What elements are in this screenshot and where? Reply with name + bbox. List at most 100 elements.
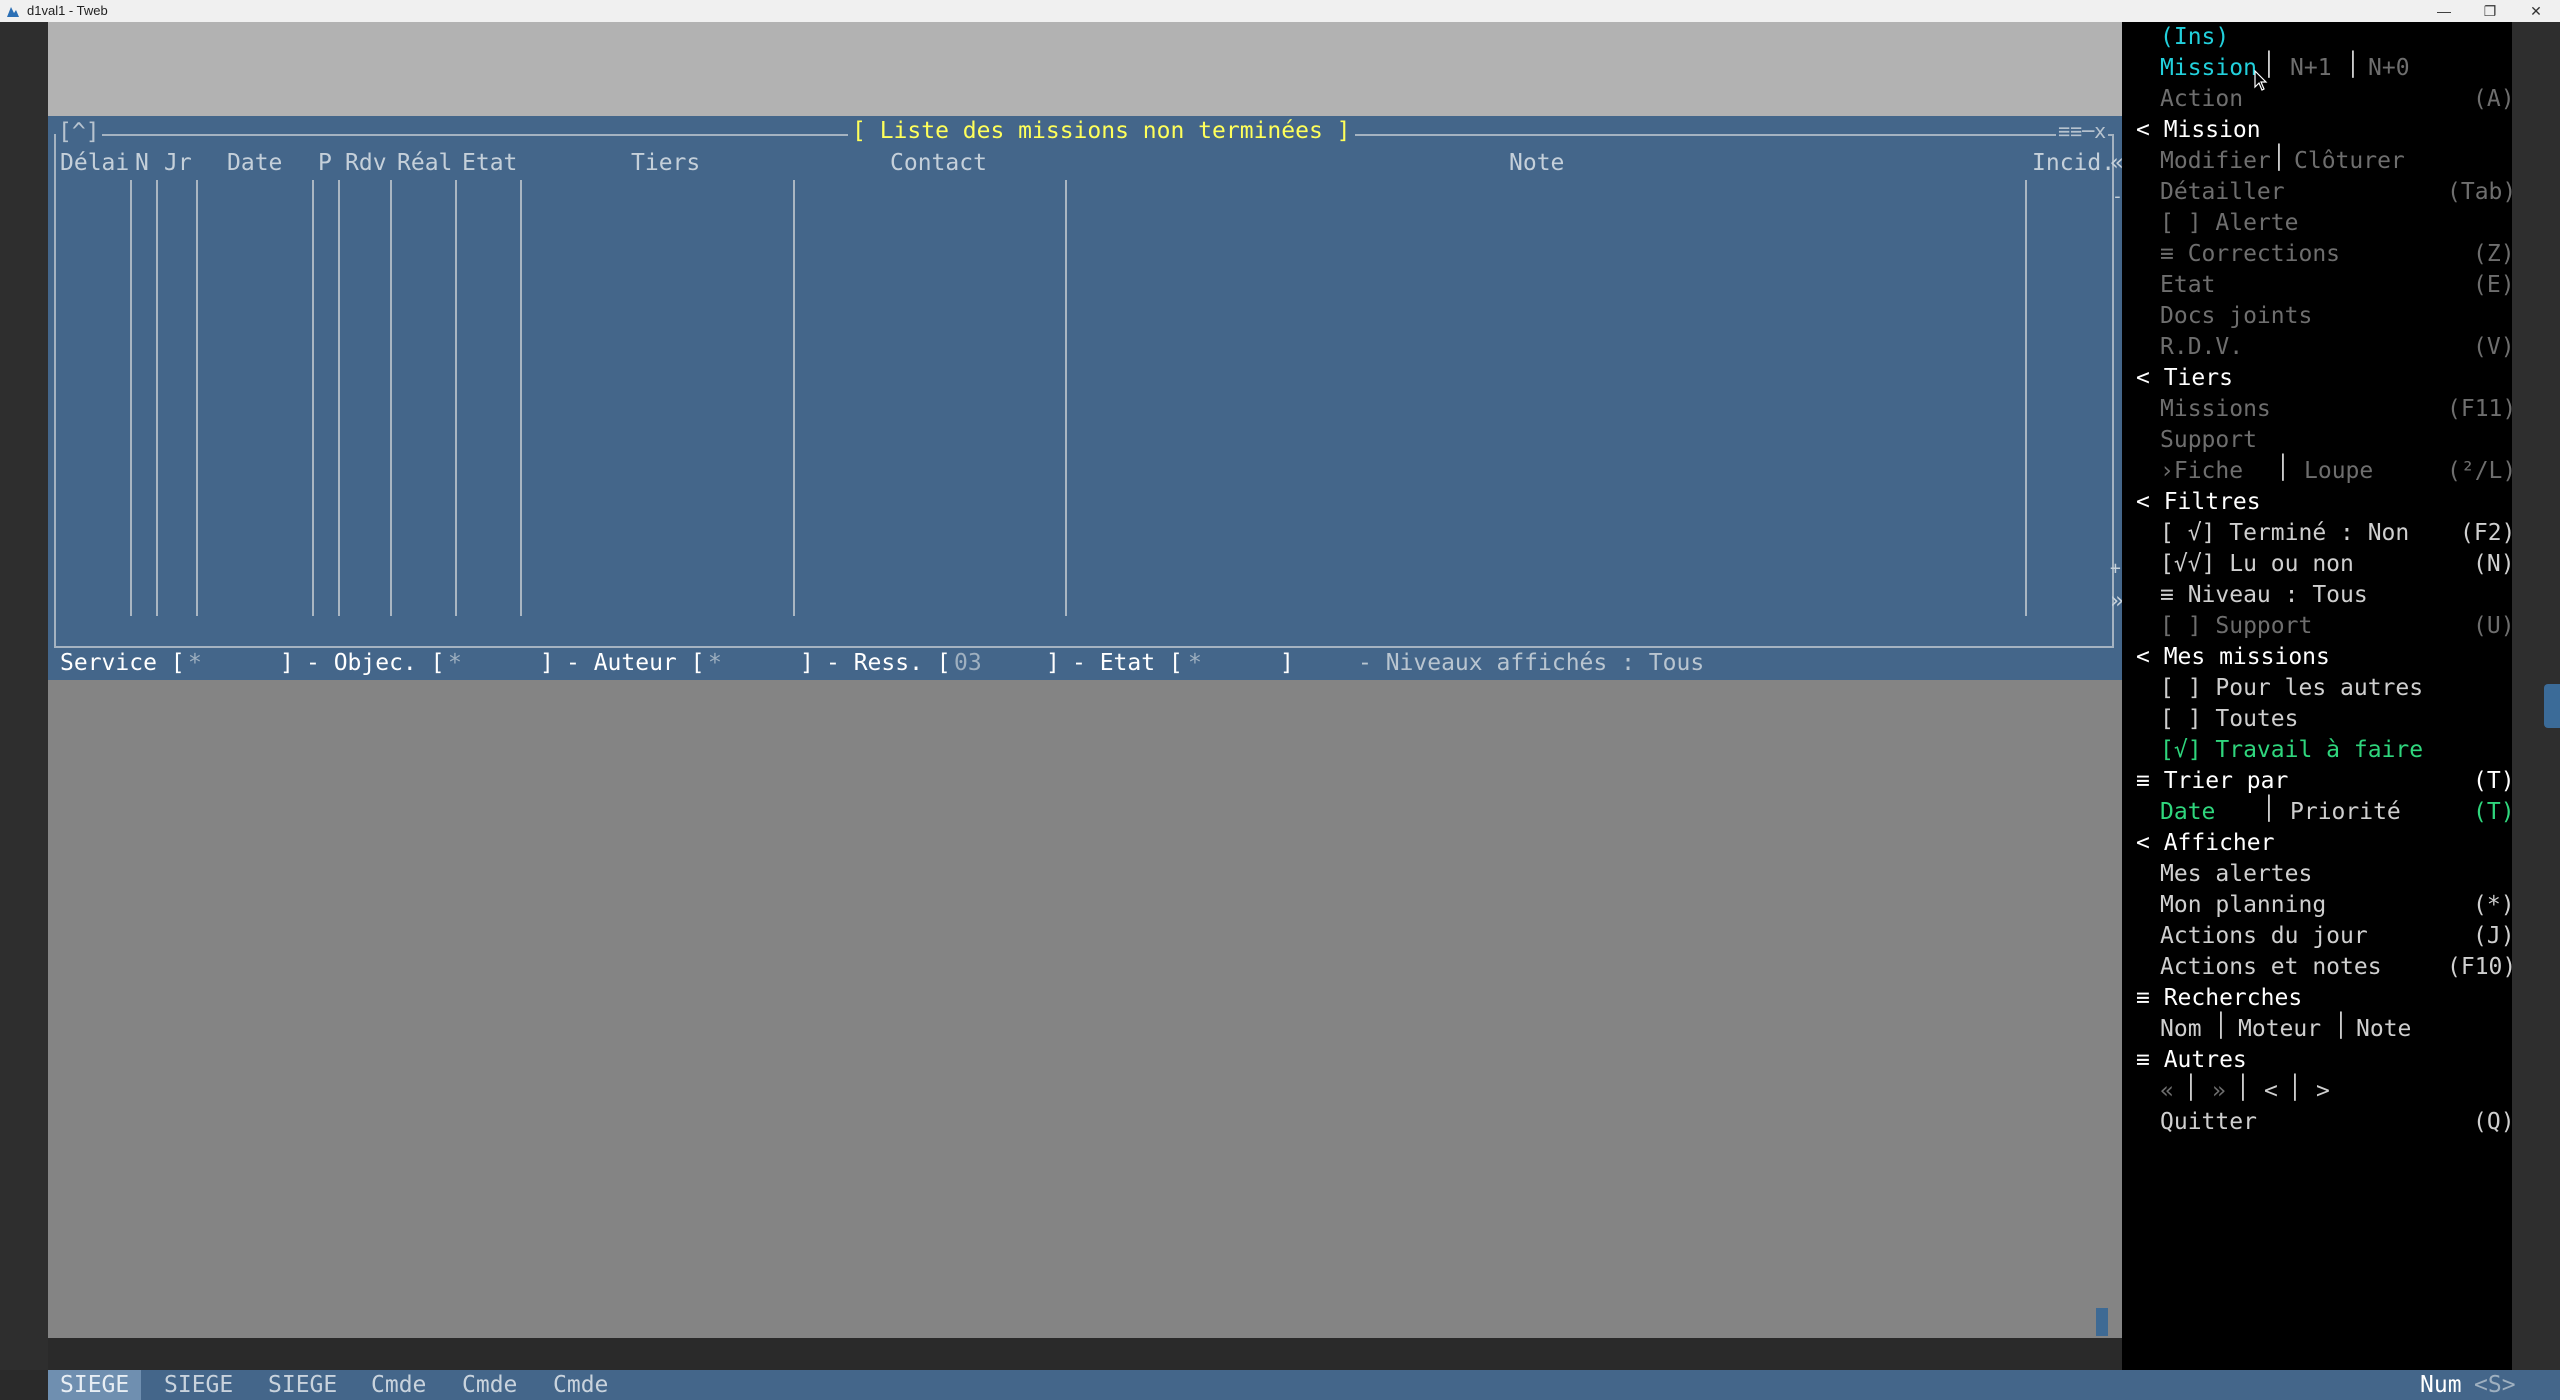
menu-action[interactable]: Action	[2160, 86, 2243, 112]
menu-filter-termine[interactable]: [ √] Terminé : Non	[2160, 520, 2409, 546]
menu-corrections[interactable]: ≡ Corrections	[2160, 241, 2340, 267]
menu-header-autres[interactable]: ≡ Autres	[2136, 1047, 2247, 1073]
menu-nav-prev[interactable]: <	[2264, 1078, 2278, 1104]
menu-mon-planning[interactable]: Mon planning	[2160, 892, 2326, 918]
menu-recherche-nom[interactable]: Nom	[2160, 1016, 2202, 1042]
menu-mes-alertes[interactable]: Mes alertes	[2160, 861, 2312, 887]
menu-actions-du-jour[interactable]: Actions du jour	[2160, 923, 2368, 949]
menu-filter-termine-shortcut: (F2)	[2460, 520, 2516, 546]
shift-indicator: <S>	[2474, 1372, 2516, 1398]
menu-header-afficher[interactable]: < Afficher	[2136, 830, 2274, 856]
menu-missions-shortcut: (F11)	[2447, 396, 2517, 422]
filter-service-close: ]	[280, 650, 294, 676]
menu-etat[interactable]: Etat	[2160, 272, 2215, 298]
status-tab-siege-2[interactable]: SIEGE	[152, 1370, 245, 1400]
minimize-button[interactable]: —	[2422, 0, 2466, 22]
num-lock-indicator: Num	[2420, 1372, 2462, 1398]
filter-auteur-label: - Auteur [	[566, 650, 705, 676]
missions-frame	[54, 134, 2114, 648]
menu-separator: │	[2276, 455, 2290, 481]
menu-alerte[interactable]: [ ] Alerte	[2160, 210, 2298, 236]
scroll-marker[interactable]	[2096, 1308, 2108, 1336]
column-header-real[interactable]: Réal	[397, 150, 452, 176]
column-header-note[interactable]: Note	[1509, 150, 1564, 176]
menu-toutes[interactable]: [ ] Toutes	[2160, 706, 2298, 732]
menu-sort-date[interactable]: Date	[2160, 799, 2215, 825]
menu-cloturer[interactable]: Clôturer	[2294, 148, 2405, 174]
menu-action-shortcut: (A)	[2473, 86, 2515, 112]
column-divider	[196, 180, 198, 616]
column-header-etat[interactable]: Etat	[462, 150, 517, 176]
mouse-cursor-icon	[2254, 70, 2268, 91]
menu-separator: │	[2334, 1013, 2348, 1039]
filter-service-value[interactable]: *	[188, 650, 202, 676]
menu-modifier[interactable]: Modifier	[2160, 148, 2271, 174]
menu-separator: │	[2346, 52, 2360, 78]
menu-quitter-shortcut: (Q)	[2473, 1109, 2515, 1135]
menu-sort-priorite[interactable]: Priorité	[2290, 799, 2401, 825]
menu-recherche-moteur[interactable]: Moteur	[2238, 1016, 2321, 1042]
filter-ress-close: ]	[1046, 650, 1060, 676]
menu-fiche[interactable]: ›Fiche	[2160, 458, 2243, 484]
menu-detailler[interactable]: Détailler	[2160, 179, 2285, 205]
restore-button[interactable]: ❐	[2468, 0, 2512, 22]
menu-nav-first[interactable]: «	[2160, 1078, 2174, 1104]
column-header-p[interactable]: P	[318, 150, 332, 176]
menu-header-recherches[interactable]: ≡ Recherches	[2136, 985, 2302, 1011]
window-controls[interactable]: ≡≡─x	[2056, 119, 2109, 143]
menu-support[interactable]: Support	[2160, 427, 2257, 453]
window-scroll-up-button[interactable]: [^]	[56, 119, 102, 145]
filter-auteur-value[interactable]: *	[708, 650, 722, 676]
menu-pour-les-autres[interactable]: [ ] Pour les autres	[2160, 675, 2423, 701]
status-tab-siege-3[interactable]: SIEGE	[256, 1370, 349, 1400]
menu-filter-niveau[interactable]: ≡ Niveau : Tous	[2160, 582, 2368, 608]
menu-recherche-note[interactable]: Note	[2356, 1016, 2411, 1042]
column-header-delai[interactable]: Délai	[60, 150, 129, 176]
status-tab-siege-1[interactable]: SIEGE	[48, 1370, 142, 1400]
column-header-contact[interactable]: Contact	[890, 150, 987, 176]
status-tab-cmde-2[interactable]: Cmde	[450, 1370, 529, 1400]
menu-header-mes-missions[interactable]: < Mes missions	[2136, 644, 2330, 670]
filter-objec-label: - Objec. [	[306, 650, 445, 676]
panel-toggle-handle[interactable]	[2544, 684, 2560, 728]
menu-planning-shortcut: (*)	[2473, 892, 2515, 918]
menu-corrections-shortcut: (Z)	[2473, 241, 2515, 267]
menu-rdv[interactable]: R.D.V.	[2160, 334, 2243, 360]
filter-etat-label: - Etat [	[1072, 650, 1183, 676]
menu-mission-n1[interactable]: N+1	[2290, 55, 2332, 81]
menu-filter-support[interactable]: [ ] Support	[2160, 613, 2312, 639]
top-strip	[48, 22, 2122, 116]
column-header-tiers[interactable]: Tiers	[631, 150, 700, 176]
status-tab-cmde-1[interactable]: Cmde	[359, 1370, 438, 1400]
menu-docs-joints[interactable]: Docs joints	[2160, 303, 2312, 329]
column-divider	[390, 180, 392, 616]
column-header-incid[interactable]: Incid.	[2032, 150, 2115, 176]
status-tab-cmde-3[interactable]: Cmde	[541, 1370, 620, 1400]
close-button[interactable]: ✕	[2514, 0, 2558, 22]
menu-loupe[interactable]: Loupe	[2304, 458, 2373, 484]
menu-nav-last[interactable]: »	[2212, 1078, 2226, 1104]
menu-filter-lu[interactable]: [√√] Lu ou non	[2160, 551, 2354, 577]
filter-etat-value[interactable]: *	[1188, 650, 1202, 676]
filter-ress-value[interactable]: 03	[954, 650, 982, 676]
menu-nav-next[interactable]: >	[2316, 1078, 2330, 1104]
menu-mission-n0[interactable]: N+0	[2368, 55, 2410, 81]
column-header-rdv[interactable]: Rdv	[345, 150, 387, 176]
column-header-jr[interactable]: Jr	[164, 150, 192, 176]
menu-travail-a-faire[interactable]: [√] Travail à faire	[2160, 737, 2423, 763]
scroll-track-bottom[interactable]: +	[2110, 558, 2121, 579]
column-header-date[interactable]: Date	[227, 150, 282, 176]
menu-header-mission[interactable]: < Mission	[2136, 117, 2261, 143]
menu-separator: │	[2214, 1013, 2228, 1039]
menu-header-tiers[interactable]: < Tiers	[2136, 365, 2233, 391]
menu-quitter[interactable]: Quitter	[2160, 1109, 2257, 1135]
filter-objec-value[interactable]: *	[448, 650, 462, 676]
column-header-n[interactable]: N	[135, 150, 149, 176]
menu-mission-new[interactable]: Mission	[2160, 55, 2257, 81]
filter-auteur-close: ]	[800, 650, 814, 676]
menu-missions[interactable]: Missions	[2160, 396, 2271, 422]
menu-header-filtres[interactable]: < Filtres	[2136, 489, 2261, 515]
menu-actions-et-notes[interactable]: Actions et notes	[2160, 954, 2382, 980]
menu-ins[interactable]: (Ins)	[2160, 24, 2229, 50]
menu-header-trier-par[interactable]: ≡ Trier par	[2136, 768, 2288, 794]
